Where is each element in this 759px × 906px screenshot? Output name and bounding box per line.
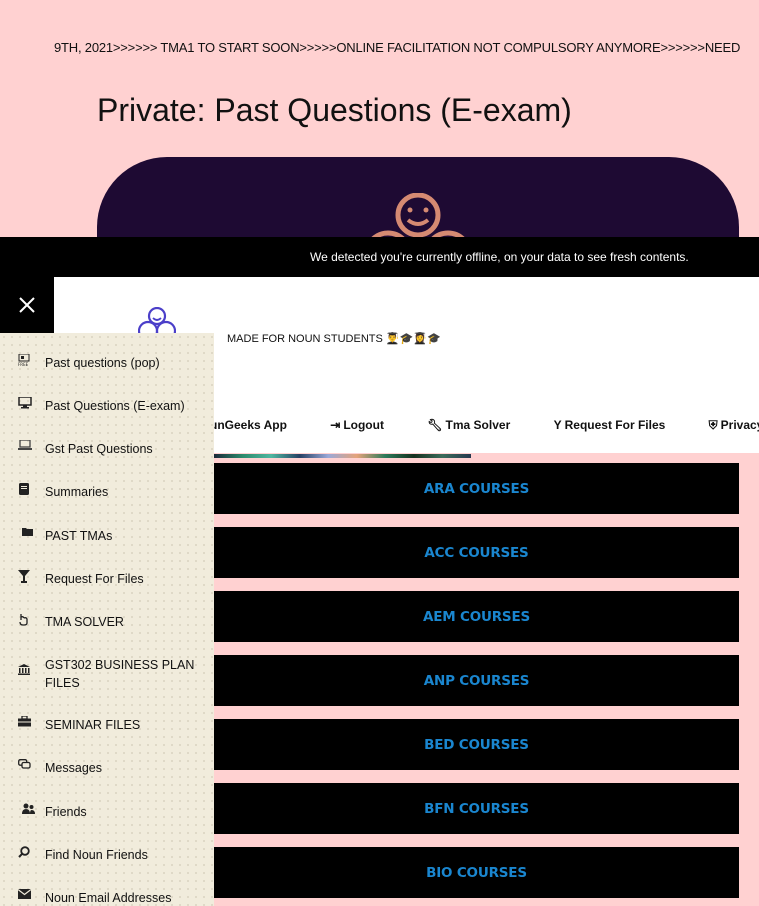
- nav-request-files-label: Request For Files: [564, 418, 666, 432]
- sidebar-item-gst302-business-plan[interactable]: GST302 BUSINESS PLAN FILES: [0, 656, 214, 692]
- nav-request-files[interactable]: Y Request For Files: [554, 418, 666, 432]
- header-image-strip: [214, 454, 471, 458]
- news-ticker: 9TH, 2021>>>>>> TMA1 TO START SOON>>>>>O…: [54, 40, 741, 55]
- sidebar-item-seminar-files[interactable]: SEMINAR FILES: [0, 716, 214, 734]
- nav-logout-label: Logout: [343, 418, 384, 432]
- sidebar-item-label: TMA SOLVER: [45, 615, 124, 629]
- sidebar-item-past-questions-pop[interactable]: FREE Past questions (pop): [0, 354, 214, 372]
- free-badge-icon: FREE: [0, 354, 45, 366]
- course-label: ACC COURSES: [424, 544, 529, 561]
- laptop-icon: [0, 440, 45, 450]
- book-icon: [0, 483, 45, 496]
- nav-privacy[interactable]: ⛨Privacy Po: [709, 418, 759, 433]
- nav-logout[interactable]: ⇥ Logout: [330, 418, 384, 432]
- users-icon: [0, 803, 45, 814]
- sidebar-item-label: Gst Past Questions: [45, 442, 153, 456]
- sidebar-item-summaries[interactable]: Summaries: [0, 483, 214, 501]
- course-label: BFN COURSES: [424, 800, 529, 817]
- course-label: BIO COURSES: [426, 864, 527, 881]
- sidebar-item-label: Past questions (pop): [45, 356, 160, 370]
- cocktail-icon: Y: [553, 418, 562, 432]
- briefcase-icon: [0, 716, 45, 727]
- sidebar-menu: FREE Past questions (pop) Past Questions…: [0, 333, 214, 906]
- course-button-aem[interactable]: AEM COURSES: [214, 591, 739, 642]
- svg-text:FREE: FREE: [18, 362, 29, 366]
- sidebar-item-label: Request For Files: [45, 572, 144, 586]
- sidebar-item-messages[interactable]: Messages: [0, 759, 214, 777]
- top-navigation: unGeeks App ⇥ Logout 🔧︎ Tma Solver Y Reques…: [210, 418, 759, 433]
- page-title: Private: Past Questions (E-exam): [97, 92, 572, 128]
- course-label: ANP COURSES: [423, 672, 530, 689]
- sidebar-item-past-questions-eexam[interactable]: Past Questions (E-exam): [0, 397, 214, 415]
- sidebar-item-label: Summaries: [45, 485, 109, 499]
- sidebar-item-gst-past-questions[interactable]: Gst Past Questions: [0, 440, 214, 458]
- bank-icon: [0, 656, 45, 675]
- monitor-icon: [0, 397, 45, 409]
- course-button-bio[interactable]: BIO COURSES: [214, 847, 739, 898]
- sidebar-item-label: Past Questions (E-exam): [45, 399, 185, 413]
- sidebar-item-label: Friends: [45, 805, 87, 819]
- sidebar-item-label: PAST TMAs: [45, 529, 113, 543]
- sidebar-item-find-noun-friends[interactable]: Find Noun Friends: [0, 846, 214, 864]
- search-icon: [0, 846, 45, 858]
- nav-tma-solver-label: Tma Solver: [445, 418, 511, 432]
- sidebar-item-past-tmas[interactable]: PAST TMAs: [0, 527, 214, 545]
- sidebar-item-friends[interactable]: Friends: [0, 803, 214, 821]
- nav-tma-solver[interactable]: 🔧︎ Tma Solver: [427, 418, 510, 432]
- course-button-acc[interactable]: ACC COURSES: [214, 527, 739, 578]
- course-label: AEM COURSES: [422, 608, 530, 625]
- chat-icon: [0, 759, 45, 769]
- shield-icon: ⛨: [708, 418, 718, 432]
- sidebar-item-noun-email-addresses[interactable]: Noun Email Addresses: [0, 889, 214, 906]
- folder-icon: [0, 527, 45, 537]
- sidebar-item-label: Messages: [45, 761, 102, 775]
- hand-pointer-icon: [0, 613, 45, 626]
- sidebar-item-label: GST302 BUSINESS PLAN FILES: [45, 658, 195, 690]
- course-button-bed[interactable]: BED COURSES: [214, 719, 739, 770]
- nav-app-label: unGeeks App: [210, 418, 287, 432]
- site-tagline: MADE FOR NOUN STUDENTS 👨‍🎓🎓👩‍🎓🎓: [227, 333, 441, 345]
- course-button-ara[interactable]: ARA COURSES: [214, 463, 739, 514]
- nav-app[interactable]: unGeeks App: [210, 418, 287, 432]
- wrench-icon: 🔧︎: [427, 418, 443, 432]
- cocktail-icon: [0, 570, 45, 583]
- nav-privacy-label: Privacy Po: [720, 418, 759, 432]
- course-button-bfn[interactable]: BFN COURSES: [214, 783, 739, 834]
- sidebar-item-tma-solver[interactable]: TMA SOLVER: [0, 613, 214, 631]
- sidebar-item-request-files[interactable]: Request For Files: [0, 570, 214, 588]
- close-icon: [19, 297, 35, 313]
- sidebar-item-label: SEMINAR FILES: [45, 718, 141, 732]
- course-button-anp[interactable]: ANP COURSES: [214, 655, 739, 706]
- course-label: BED COURSES: [424, 736, 529, 753]
- close-menu-button[interactable]: [0, 277, 54, 333]
- offline-banner: We detected you're currently offline, on…: [0, 237, 759, 277]
- envelope-icon: [0, 889, 45, 899]
- offline-message: We detected you're currently offline, on…: [310, 250, 689, 264]
- course-label: ARA COURSES: [423, 480, 530, 497]
- logout-icon: ⇥: [330, 418, 341, 432]
- sidebar-item-label: Noun Email Addresses: [45, 891, 172, 905]
- sidebar-item-label: Find Noun Friends: [45, 848, 148, 862]
